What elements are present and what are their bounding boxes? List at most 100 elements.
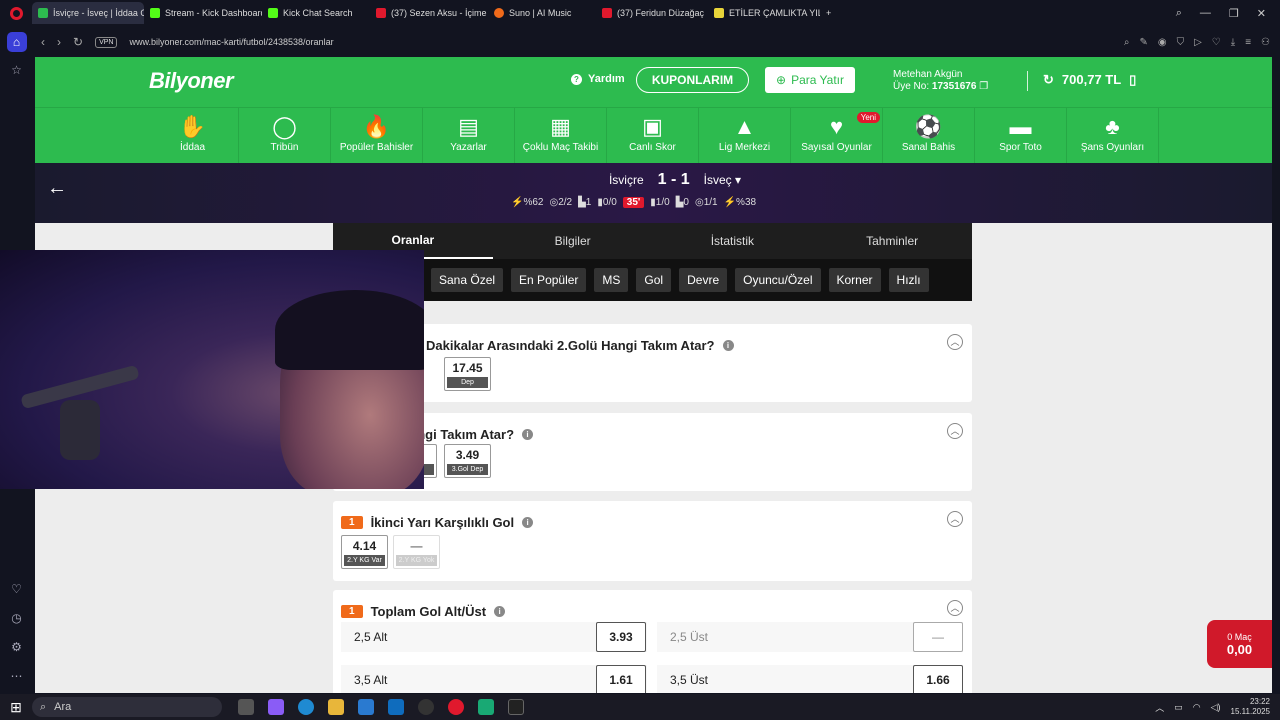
tab-istatistik[interactable]: İstatistik <box>653 223 813 259</box>
tab-tahminler[interactable]: Tahminler <box>812 223 972 259</box>
refresh-icon[interactable]: ↻ <box>1043 72 1054 88</box>
history-icon[interactable]: ◷ <box>7 608 27 628</box>
vpn-badge[interactable]: VPN <box>95 36 118 48</box>
url-field[interactable]: www.bilyoner.com/mac-karti/futbol/243853… <box>129 37 333 47</box>
user-info[interactable]: Metehan Akgün Üye No: 17351676 ❐ <box>893 69 988 93</box>
home-icon[interactable]: ⌂ <box>6 32 27 52</box>
odd-button[interactable]: 4.14 2.Y KG Var <box>341 535 388 569</box>
reload-icon[interactable]: ↻ <box>73 35 83 49</box>
filter-korner[interactable]: Korner <box>828 268 881 292</box>
kuponlarim-button[interactable]: KUPONLARIM <box>636 67 749 93</box>
collapse-icon[interactable]: ︿ <box>947 600 963 616</box>
search-icon[interactable]: ⌕ <box>1176 7 1182 20</box>
nav-spor-toto[interactable]: ▬ Spor Toto <box>975 108 1067 164</box>
opera-icon[interactable] <box>448 699 464 715</box>
nav-tribun[interactable]: ◯ Tribün <box>239 108 331 164</box>
task-view-icon[interactable] <box>238 699 254 715</box>
shield-icon[interactable]: ⛉ <box>1177 37 1185 48</box>
edit-icon[interactable]: ✎ <box>1139 37 1147 48</box>
filter-hizli[interactable]: Hızlı <box>888 268 929 292</box>
nav-populer-bahisler[interactable]: 🔥 Popüler Bahisler <box>331 108 423 164</box>
back-arrow-icon[interactable]: ← <box>47 177 67 200</box>
browser-tab[interactable]: Suno | AI Music <box>488 2 596 24</box>
tab-bilgiler[interactable]: Bilgiler <box>493 223 653 259</box>
collapse-icon[interactable]: ︿ <box>947 334 963 350</box>
browser-tab[interactable]: (37) Sezen Aksu - İçime Sı <box>370 2 488 24</box>
store-icon[interactable] <box>358 699 374 715</box>
filter-en-populer[interactable]: En Popüler <box>511 268 587 292</box>
file-explorer-icon[interactable] <box>328 699 344 715</box>
clock[interactable]: 23:22 15.11.2025 <box>1231 697 1270 717</box>
eye-icon[interactable]: ▯ <box>1129 72 1136 88</box>
filter-sana-ozel[interactable]: Sana Özel <box>431 268 504 292</box>
info-icon[interactable]: i <box>522 429 534 440</box>
nav-sayisal-oyunlar[interactable]: ♥ Sayısal Oyunlar Yeni <box>791 108 883 164</box>
camera-icon[interactable]: ◉ <box>1158 37 1167 48</box>
filter-ms[interactable]: MS <box>594 268 629 292</box>
browser-tab[interactable]: Kick Chat Search <box>262 2 370 24</box>
app-icon[interactable] <box>478 699 494 715</box>
taskbar-apps <box>238 699 524 715</box>
collapse-icon[interactable]: ︿ <box>947 423 963 439</box>
nav-yazarlar[interactable]: ▤ Yazarlar <box>423 108 515 164</box>
odd-button[interactable]: 3.93 <box>596 622 646 652</box>
coupon-widget[interactable]: 0 Maç 0,00 <box>1207 620 1272 668</box>
profile-icon[interactable]: ⚇ <box>1261 37 1270 48</box>
help-link[interactable]: ? Yardım <box>571 73 625 85</box>
info-icon[interactable]: i <box>494 606 506 617</box>
nav-lig-merkezi[interactable]: ▲ Lig Merkezi <box>699 108 791 164</box>
volume-icon[interactable]: ◁) <box>1211 702 1221 713</box>
star-icon[interactable]: ☆ <box>7 60 27 80</box>
forward-icon[interactable]: › <box>57 35 61 49</box>
home-team: İsviçre <box>608 173 644 187</box>
outlook-icon[interactable] <box>388 699 404 715</box>
minimize-icon[interactable]: — <box>1200 7 1211 20</box>
filter-devre[interactable]: Devre <box>679 268 728 292</box>
battery-icon[interactable]: ▭ <box>1174 702 1183 713</box>
browser-tab[interactable]: (37) Feridun Düzağaç <box>596 2 708 24</box>
nav-sanal-bahis[interactable]: ⚽ Sanal Bahis <box>883 108 975 164</box>
more-icon[interactable]: ⋯ <box>7 666 27 686</box>
chevron-up-icon[interactable]: ︿ <box>1155 701 1164 714</box>
browser-tab[interactable]: Stream - Kick Dashboard <box>144 2 262 24</box>
collapse-icon[interactable]: ︿ <box>947 511 963 527</box>
copilot-icon[interactable] <box>268 699 284 715</box>
info-icon[interactable]: i <box>522 517 534 528</box>
bilyoner-logo[interactable]: Bilyoner <box>149 68 234 94</box>
edge-icon[interactable] <box>298 699 314 715</box>
opera-menu-button[interactable] <box>0 0 32 26</box>
settings-icon[interactable]: ⚙ <box>7 637 27 657</box>
heart-icon[interactable]: ♡ <box>7 579 27 599</box>
wifi-icon[interactable]: ◠ <box>1193 702 1201 713</box>
filter-oyuncu-ozel[interactable]: Oyuncu/Özel <box>735 268 821 292</box>
maximize-icon[interactable]: ❐ <box>1229 7 1239 20</box>
nav-iddaa[interactable]: ✋ İddaa <box>147 108 239 164</box>
close-icon[interactable]: ✕ <box>1257 7 1266 20</box>
taskbar-search[interactable]: ⌕ Ara <box>32 697 222 717</box>
copy-icon[interactable]: ❐ <box>979 81 988 92</box>
away-team[interactable]: İsveç ▾ <box>704 173 741 187</box>
terminal-icon[interactable] <box>508 699 524 715</box>
odd-button[interactable]: 3.49 3.Gol Dep <box>444 444 491 478</box>
balance[interactable]: ↻ 700,77 TL ▯ <box>1043 72 1136 88</box>
nav-coklu-mac-takibi[interactable]: ▦ Çoklu Maç Takibi <box>515 108 607 164</box>
nav-canli-skor[interactable]: ▣ Canlı Skor <box>607 108 699 164</box>
odd-button[interactable]: 1.61 <box>596 665 646 693</box>
play-icon[interactable]: ▷ <box>1194 37 1202 48</box>
nav-sans-oyunlari[interactable]: ♣ Şans Oyunları <box>1067 108 1159 164</box>
browser-tab[interactable]: İsviçre - İsveç | İddaa Oran <box>32 2 144 24</box>
windows-start-icon[interactable]: ⊞ <box>0 699 32 716</box>
obs-icon[interactable] <box>418 699 434 715</box>
download-icon[interactable]: ⤓ <box>1231 37 1235 48</box>
browser-tab[interactable]: ETİLER ÇAMLIKTA YILMAZ <box>708 2 820 24</box>
filter-gol[interactable]: Gol <box>636 268 672 292</box>
para-yatir-button[interactable]: ⊕ Para Yatır <box>765 67 855 93</box>
lens-icon[interactable]: ⌕ <box>1124 37 1130 48</box>
heart-icon[interactable]: ♡ <box>1212 37 1221 48</box>
menu-icon[interactable]: ≡ <box>1245 37 1251 48</box>
new-tab-button[interactable]: + <box>820 2 837 24</box>
odd-button[interactable]: 17.45 Dep <box>444 357 491 391</box>
info-icon[interactable]: i <box>722 340 734 351</box>
back-icon[interactable]: ‹ <box>41 35 45 49</box>
odd-button[interactable]: 1.66 <box>913 665 963 693</box>
